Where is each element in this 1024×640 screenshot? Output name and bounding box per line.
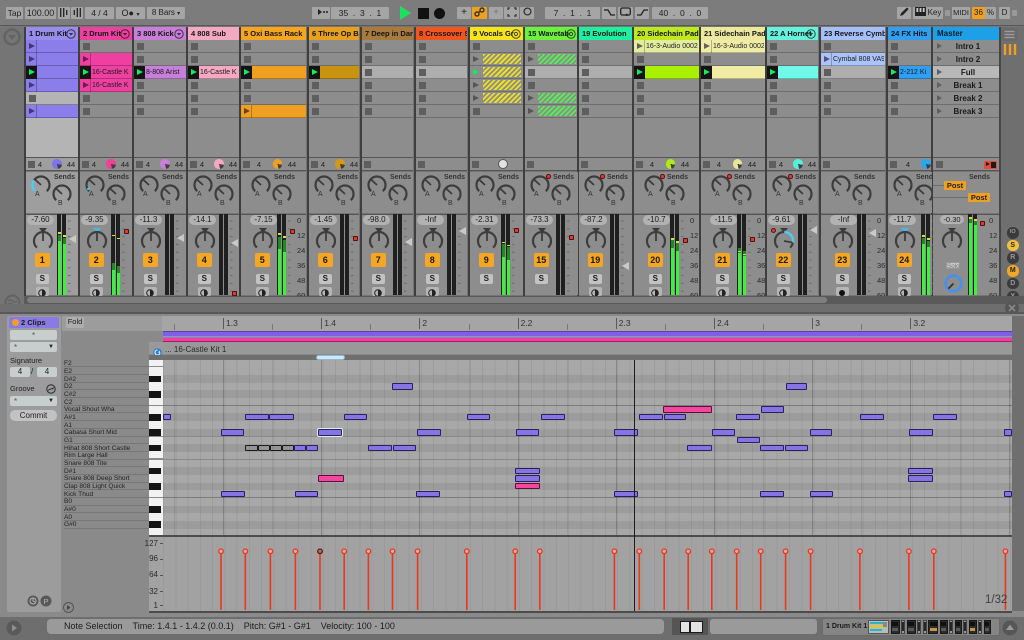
- svg-text:P: P: [43, 597, 48, 606]
